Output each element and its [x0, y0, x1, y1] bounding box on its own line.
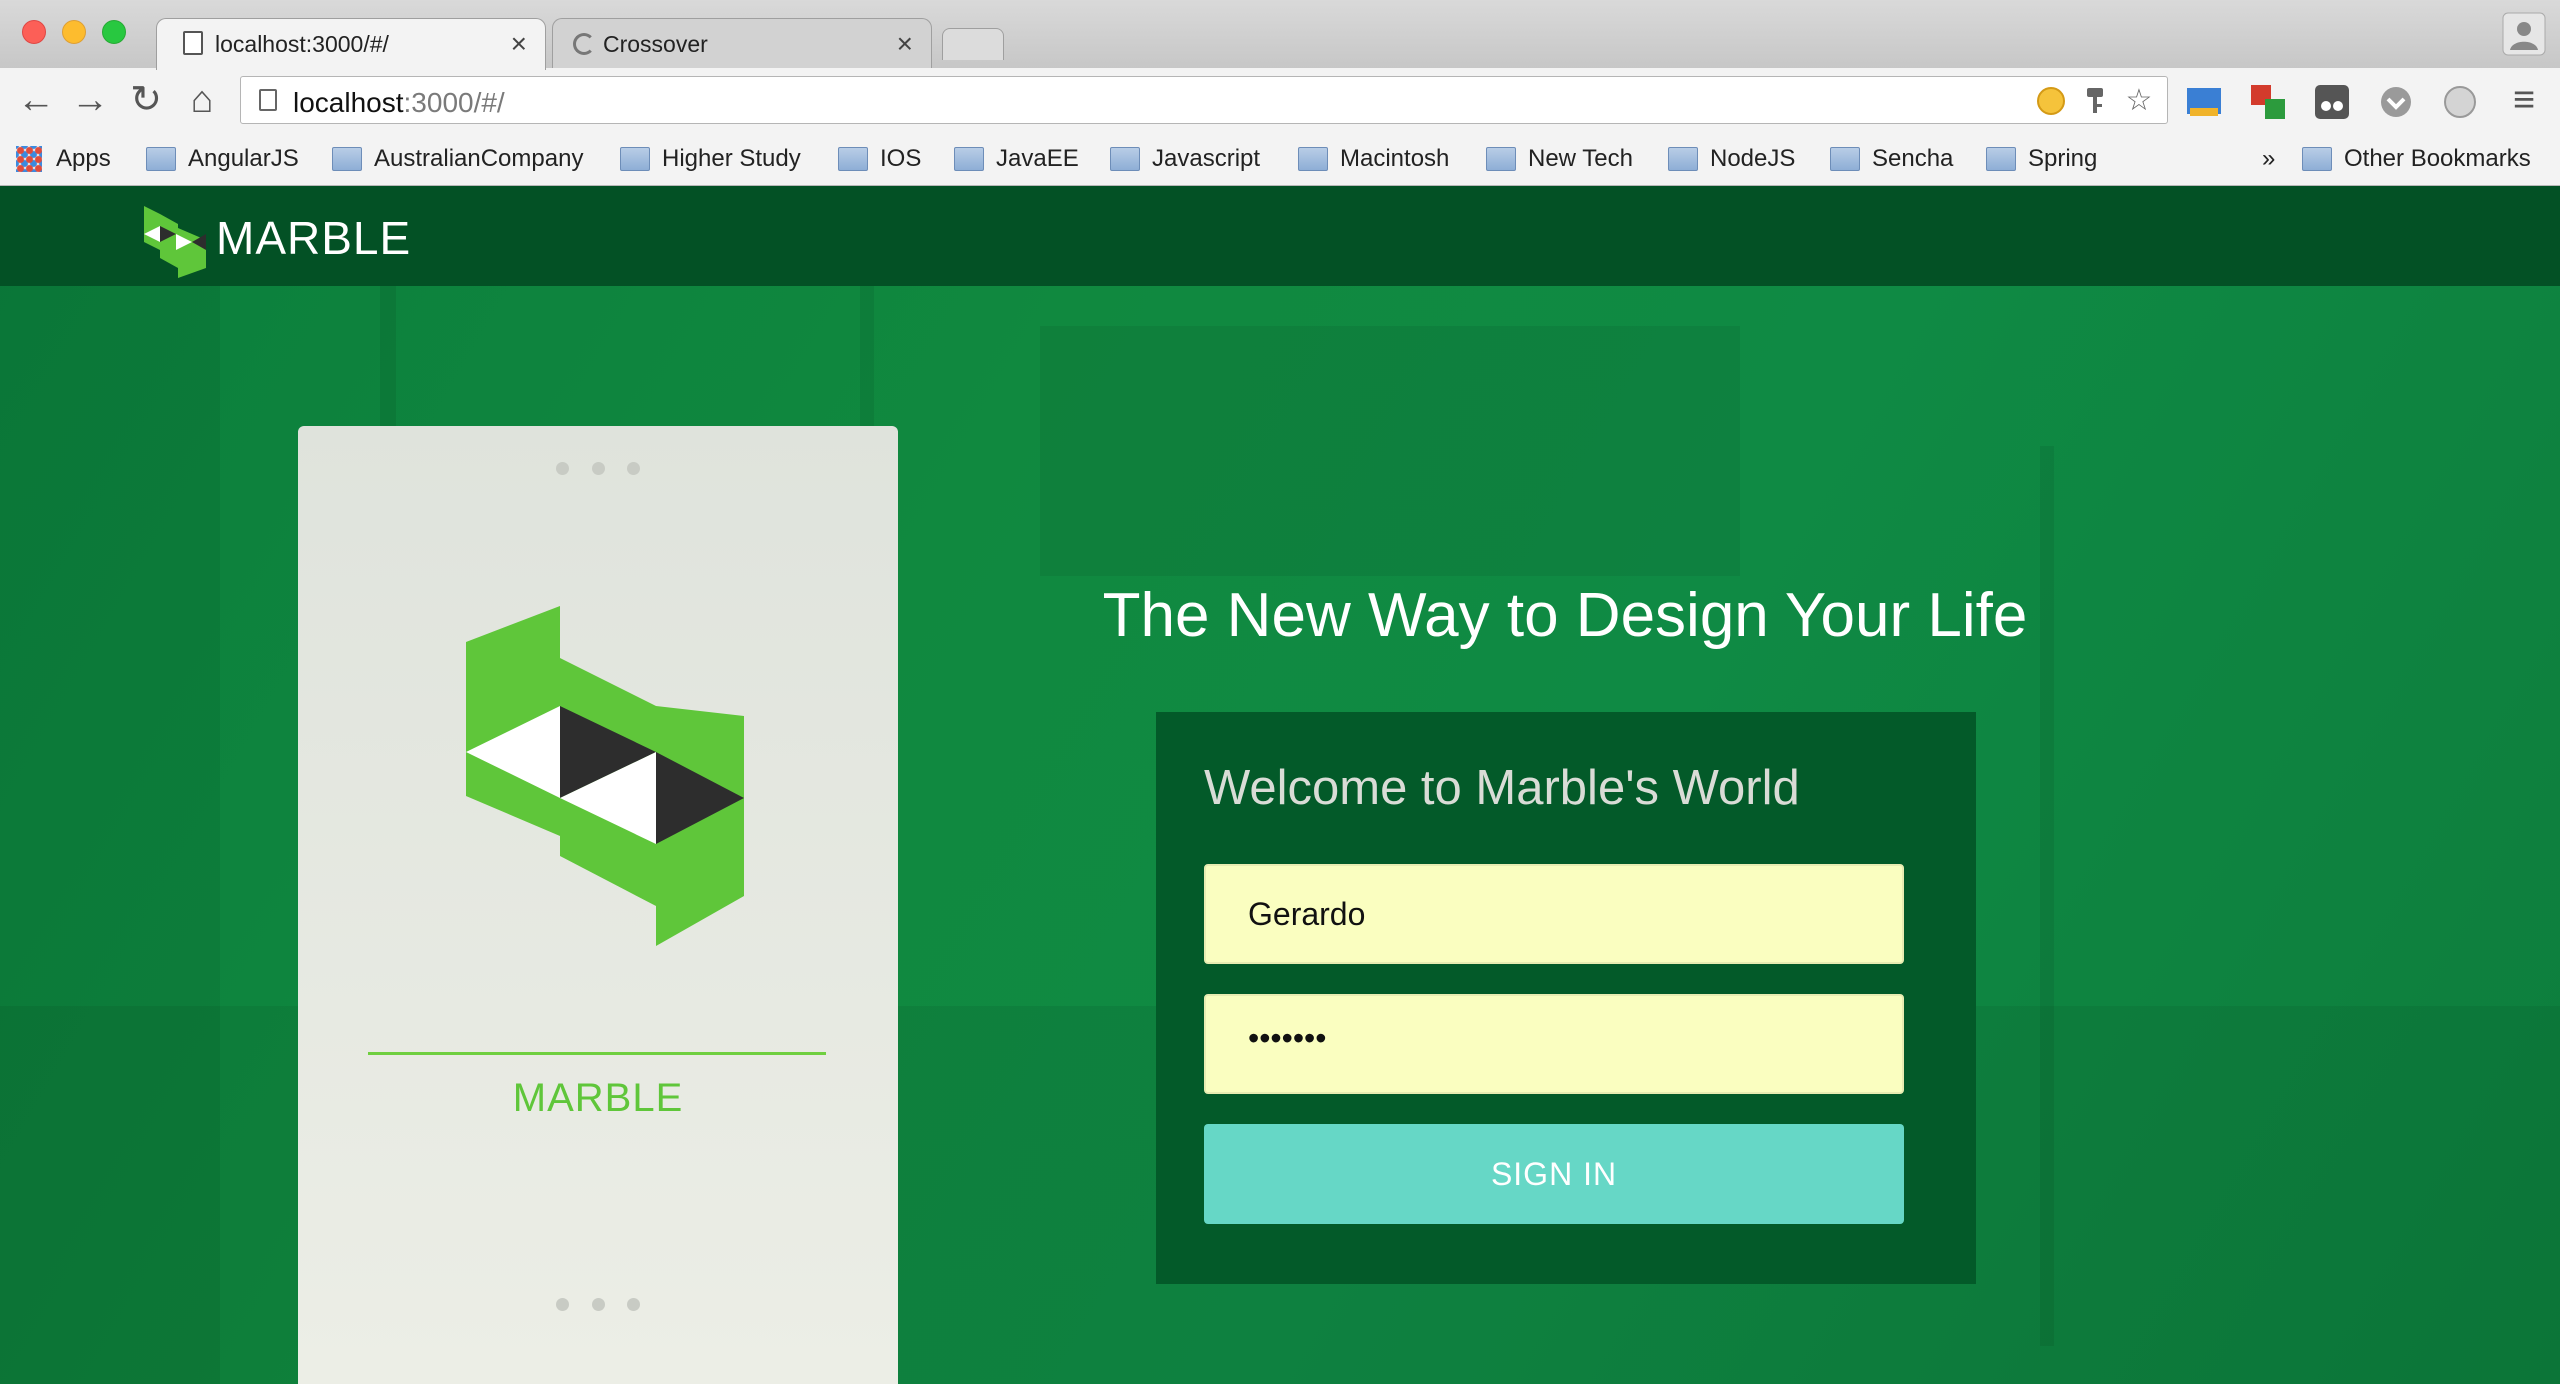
bookmark-folder[interactable]: Higher Study	[620, 144, 801, 174]
card-bottom-dots	[556, 1298, 640, 1311]
loading-spinner-icon	[573, 33, 595, 55]
menu-button[interactable]: ≡	[2502, 78, 2546, 122]
home-button[interactable]: ⌂	[180, 78, 224, 122]
browser-titlebar: localhost:3000/#/ × Crossover ×	[0, 0, 2560, 70]
forward-button[interactable]: →	[68, 78, 112, 122]
marble-logo-icon	[466, 606, 744, 946]
brand-logo-link[interactable]: MARBLE	[140, 198, 411, 278]
bookmark-folder[interactable]: New Tech	[1486, 144, 1633, 174]
folder-icon	[954, 147, 984, 171]
page-icon	[183, 31, 203, 55]
bookmark-folder[interactable]: JavaEE	[954, 144, 1079, 174]
folder-icon	[2302, 147, 2332, 171]
page-viewport: MARBLE MARBLE The New Way to Design Your…	[0, 186, 2560, 1384]
bookmark-folder[interactable]: Spring	[1986, 144, 2097, 174]
folder-icon	[1486, 147, 1516, 171]
url-text: localhost:3000/#/	[293, 87, 505, 118]
new-tab-button[interactable]	[942, 28, 1004, 60]
bookmark-folder[interactable]: NodeJS	[1668, 144, 1795, 174]
card-brand-name: MARBLE	[512, 1076, 684, 1120]
tab-localhost[interactable]: localhost:3000/#/ ×	[156, 18, 546, 70]
bookmark-folder[interactable]: Sencha	[1830, 144, 1953, 174]
bookmarks-overflow-button[interactable]: »	[2262, 144, 2275, 174]
username-input[interactable]: Gerardo	[1204, 864, 1904, 964]
phone-preview-card: MARBLE	[298, 426, 898, 1384]
globe-extension-icon[interactable]	[2440, 82, 2480, 122]
card-top-dots	[556, 462, 640, 475]
address-bar[interactable]: localhost:3000/#/ ☆	[240, 76, 2168, 124]
key-icon[interactable]	[2079, 85, 2111, 117]
folder-icon	[332, 147, 362, 171]
folder-icon	[146, 147, 176, 171]
tab-close-icon[interactable]: ×	[897, 28, 913, 60]
incognito-extension-icon[interactable]	[2312, 82, 2352, 122]
sign-in-button[interactable]: SIGN IN	[1204, 1124, 1904, 1224]
bookmark-apps[interactable]: Apps	[16, 144, 111, 174]
tab-title: localhost:3000/#/	[215, 31, 389, 57]
tab-crossover[interactable]: Crossover ×	[552, 18, 932, 70]
window-close-button[interactable]	[22, 20, 46, 44]
back-button[interactable]: ←	[14, 78, 58, 122]
bookmark-folder[interactable]: IOS	[838, 144, 921, 174]
coin-extension-icon[interactable]	[2035, 85, 2067, 117]
bookmark-folder[interactable]: Macintosh	[1298, 144, 1449, 174]
marble-logo-icon	[144, 206, 206, 278]
bookmark-folder[interactable]: AustralianCompany	[332, 144, 583, 174]
background-shape	[1040, 326, 1740, 576]
toolbar: ← → ↻ ⌂ localhost:3000/#/ ☆ ≡	[0, 68, 2560, 132]
tab-close-icon[interactable]: ×	[511, 28, 527, 60]
bookmark-star-icon[interactable]: ☆	[2123, 85, 2155, 117]
folder-icon	[1298, 147, 1328, 171]
password-value: •••••••	[1248, 1020, 1327, 1056]
page-icon	[259, 89, 277, 111]
card-divider	[368, 1052, 826, 1055]
bookmark-folder[interactable]: AngularJS	[146, 144, 299, 174]
folder-icon	[1110, 147, 1140, 171]
bookmark-folder[interactable]: Javascript	[1110, 144, 1260, 174]
folder-icon	[620, 147, 650, 171]
apps-grid-icon	[16, 146, 42, 172]
password-input[interactable]: •••••••	[1204, 994, 1904, 1094]
folder-icon	[838, 147, 868, 171]
window-minimize-button[interactable]	[62, 20, 86, 44]
folder-icon	[1668, 147, 1698, 171]
login-panel: Welcome to Marble's World Gerardo ••••••…	[1156, 712, 1976, 1284]
brand-name: MARBLE	[216, 212, 412, 264]
site-header: MARBLE	[0, 186, 2560, 286]
bookmark-other[interactable]: Other Bookmarks	[2302, 144, 2531, 174]
profile-icon[interactable]	[2502, 12, 2546, 56]
tab-title: Crossover	[603, 31, 708, 57]
folder-icon	[1986, 147, 2016, 171]
folder-icon	[1830, 147, 1860, 171]
pocket-extension-icon[interactable]	[2376, 82, 2416, 122]
hero-tagline: The New Way to Design Your Life	[1102, 581, 2028, 650]
bookmarks-bar: Apps AngularJS AustralianCompany Higher …	[0, 132, 2560, 186]
keyboard-extension-icon[interactable]	[2184, 82, 2224, 122]
login-title: Welcome to Marble's World	[1204, 761, 1800, 815]
reload-button[interactable]: ↻	[124, 78, 168, 122]
translate-extension-icon[interactable]	[2248, 82, 2288, 122]
window-maximize-button[interactable]	[102, 20, 126, 44]
username-value: Gerardo	[1248, 896, 1366, 932]
